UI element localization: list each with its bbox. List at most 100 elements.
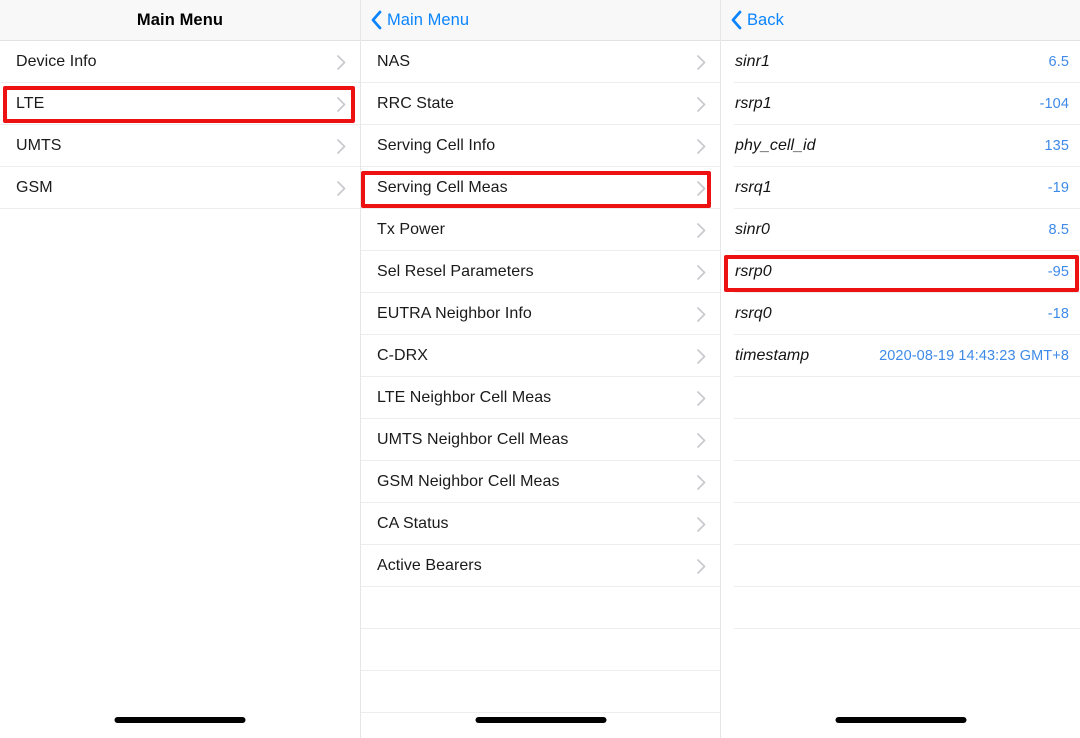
chevron-right-icon bbox=[697, 264, 706, 280]
measurement-row-empty bbox=[721, 587, 1080, 629]
measurement-row-rsrp1: rsrp1 -104 bbox=[721, 83, 1080, 125]
list-item-label: Sel Resel Parameters bbox=[377, 263, 534, 280]
chevron-left-icon bbox=[730, 10, 743, 30]
measurement-value: 135 bbox=[1044, 138, 1069, 154]
measurement-key: rsrp0 bbox=[735, 263, 772, 280]
list-serving-cell-meas: sinr1 6.5 rsrp1 -104 phy_cell_id 135 rsr… bbox=[721, 41, 1080, 629]
list-item-umts-neighbor-cell-meas[interactable]: UMTS Neighbor Cell Meas bbox=[361, 419, 720, 461]
measurement-row-empty bbox=[721, 377, 1080, 419]
chevron-right-icon bbox=[697, 474, 706, 490]
measurement-row-empty bbox=[721, 503, 1080, 545]
list-item-eutra-neighbor-info[interactable]: EUTRA Neighbor Info bbox=[361, 293, 720, 335]
chevron-right-icon bbox=[337, 96, 346, 112]
chevron-right-icon bbox=[697, 558, 706, 574]
measurement-value: -95 bbox=[1047, 264, 1069, 280]
list-item-c-drx[interactable]: C-DRX bbox=[361, 335, 720, 377]
row-separator bbox=[361, 712, 720, 713]
list-item-label: Tx Power bbox=[377, 221, 445, 238]
back-button[interactable]: Back bbox=[721, 10, 784, 30]
list-item-label: EUTRA Neighbor Info bbox=[377, 305, 532, 322]
list-item-label: Active Bearers bbox=[377, 557, 482, 574]
list-main-menu: Device Info LTE UMTS GSM bbox=[0, 41, 360, 209]
measurement-row-empty bbox=[721, 419, 1080, 461]
list-item-label: Serving Cell Info bbox=[377, 137, 496, 154]
measurement-row-rsrq1: rsrq1 -19 bbox=[721, 167, 1080, 209]
list-item-label: Serving Cell Meas bbox=[377, 179, 508, 196]
list-item-active-bearers[interactable]: Active Bearers bbox=[361, 545, 720, 587]
list-lte-menu: NAS RRC State Serving Cell Info Serving … bbox=[361, 41, 720, 713]
panel-main-menu: Main Menu Device Info LTE UMTS GSM bbox=[0, 0, 360, 738]
chevron-right-icon bbox=[337, 54, 346, 70]
back-button-label: Back bbox=[747, 10, 784, 29]
chevron-right-icon bbox=[337, 180, 346, 196]
measurement-key: timestamp bbox=[735, 347, 810, 364]
chevron-left-icon bbox=[370, 10, 383, 30]
measurement-value: -104 bbox=[1039, 96, 1069, 112]
chevron-right-icon bbox=[697, 432, 706, 448]
panel-lte-menu: Main Menu NAS RRC State Serving Cell Inf… bbox=[360, 0, 720, 738]
list-item-ca-status[interactable]: CA Status bbox=[361, 503, 720, 545]
list-item-lte[interactable]: LTE bbox=[0, 83, 360, 125]
measurement-value: 6.5 bbox=[1048, 54, 1069, 70]
list-item-label: GSM bbox=[16, 179, 53, 196]
list-item-umts[interactable]: UMTS bbox=[0, 125, 360, 167]
measurement-value: -18 bbox=[1047, 306, 1069, 322]
measurement-value: 8.5 bbox=[1048, 222, 1069, 238]
back-button-main-menu[interactable]: Main Menu bbox=[361, 10, 469, 30]
home-indicator bbox=[835, 717, 966, 723]
measurement-key: sinr0 bbox=[735, 221, 770, 238]
chevron-right-icon bbox=[697, 138, 706, 154]
list-item-sel-resel-parameters[interactable]: Sel Resel Parameters bbox=[361, 251, 720, 293]
home-indicator bbox=[114, 717, 246, 723]
list-item-label: UMTS Neighbor Cell Meas bbox=[377, 431, 569, 448]
measurement-row-empty bbox=[721, 545, 1080, 587]
measurement-row-phy-cell-id: phy_cell_id 135 bbox=[721, 125, 1080, 167]
list-item-label: RRC State bbox=[377, 95, 454, 112]
three-panel-screenshot: Main Menu Device Info LTE UMTS GSM Main … bbox=[0, 0, 1080, 738]
panel-serving-cell-meas: Back sinr1 6.5 rsrp1 -104 phy_cell_id 13… bbox=[720, 0, 1080, 738]
list-item-device-info[interactable]: Device Info bbox=[0, 41, 360, 83]
list-item-label: Device Info bbox=[16, 53, 97, 70]
measurement-row-rsrq0: rsrq0 -18 bbox=[721, 293, 1080, 335]
row-separator bbox=[734, 628, 1080, 629]
list-item-empty bbox=[361, 671, 720, 713]
chevron-right-icon bbox=[697, 96, 706, 112]
list-item-serving-cell-info[interactable]: Serving Cell Info bbox=[361, 125, 720, 167]
list-item-rrc-state[interactable]: RRC State bbox=[361, 83, 720, 125]
measurement-key: rsrq1 bbox=[735, 179, 772, 196]
measurement-row-rsrp0: rsrp0 -95 bbox=[721, 251, 1080, 293]
list-item-label: C-DRX bbox=[377, 347, 428, 364]
navbar-serving-cell-meas: Back bbox=[721, 0, 1080, 41]
navbar-lte-menu: Main Menu bbox=[361, 0, 720, 41]
measurement-key: phy_cell_id bbox=[735, 137, 816, 154]
list-item-gsm-neighbor-cell-meas[interactable]: GSM Neighbor Cell Meas bbox=[361, 461, 720, 503]
measurement-row-empty bbox=[721, 461, 1080, 503]
list-item-lte-neighbor-cell-meas[interactable]: LTE Neighbor Cell Meas bbox=[361, 377, 720, 419]
chevron-right-icon bbox=[697, 222, 706, 238]
measurement-row-sinr0: sinr0 8.5 bbox=[721, 209, 1080, 251]
home-indicator bbox=[475, 717, 606, 723]
list-item-serving-cell-meas[interactable]: Serving Cell Meas bbox=[361, 167, 720, 209]
measurement-value: 2020-08-19 14:43:23 GMT+8 bbox=[879, 348, 1069, 364]
measurement-key: rsrq0 bbox=[735, 305, 772, 322]
list-item-empty bbox=[361, 629, 720, 671]
measurement-key: rsrp1 bbox=[735, 95, 772, 112]
list-item-empty bbox=[361, 587, 720, 629]
chevron-right-icon bbox=[697, 180, 706, 196]
list-item-nas[interactable]: NAS bbox=[361, 41, 720, 83]
list-item-label: LTE bbox=[16, 95, 45, 112]
page-title: Main Menu bbox=[136, 10, 224, 29]
list-item-label: GSM Neighbor Cell Meas bbox=[377, 473, 560, 490]
list-item-label: UMTS bbox=[16, 137, 62, 154]
list-item-gsm[interactable]: GSM bbox=[0, 167, 360, 209]
list-item-label: NAS bbox=[377, 53, 411, 70]
measurement-row-sinr1: sinr1 6.5 bbox=[721, 41, 1080, 83]
measurement-value: -19 bbox=[1047, 180, 1069, 196]
back-button-label: Main Menu bbox=[387, 10, 470, 29]
measurement-row-timestamp: timestamp 2020-08-19 14:43:23 GMT+8 bbox=[721, 335, 1080, 377]
measurement-key: sinr1 bbox=[735, 53, 770, 70]
row-separator bbox=[0, 208, 360, 209]
list-item-label: LTE Neighbor Cell Meas bbox=[377, 389, 552, 406]
list-item-tx-power[interactable]: Tx Power bbox=[361, 209, 720, 251]
chevron-right-icon bbox=[697, 516, 706, 532]
